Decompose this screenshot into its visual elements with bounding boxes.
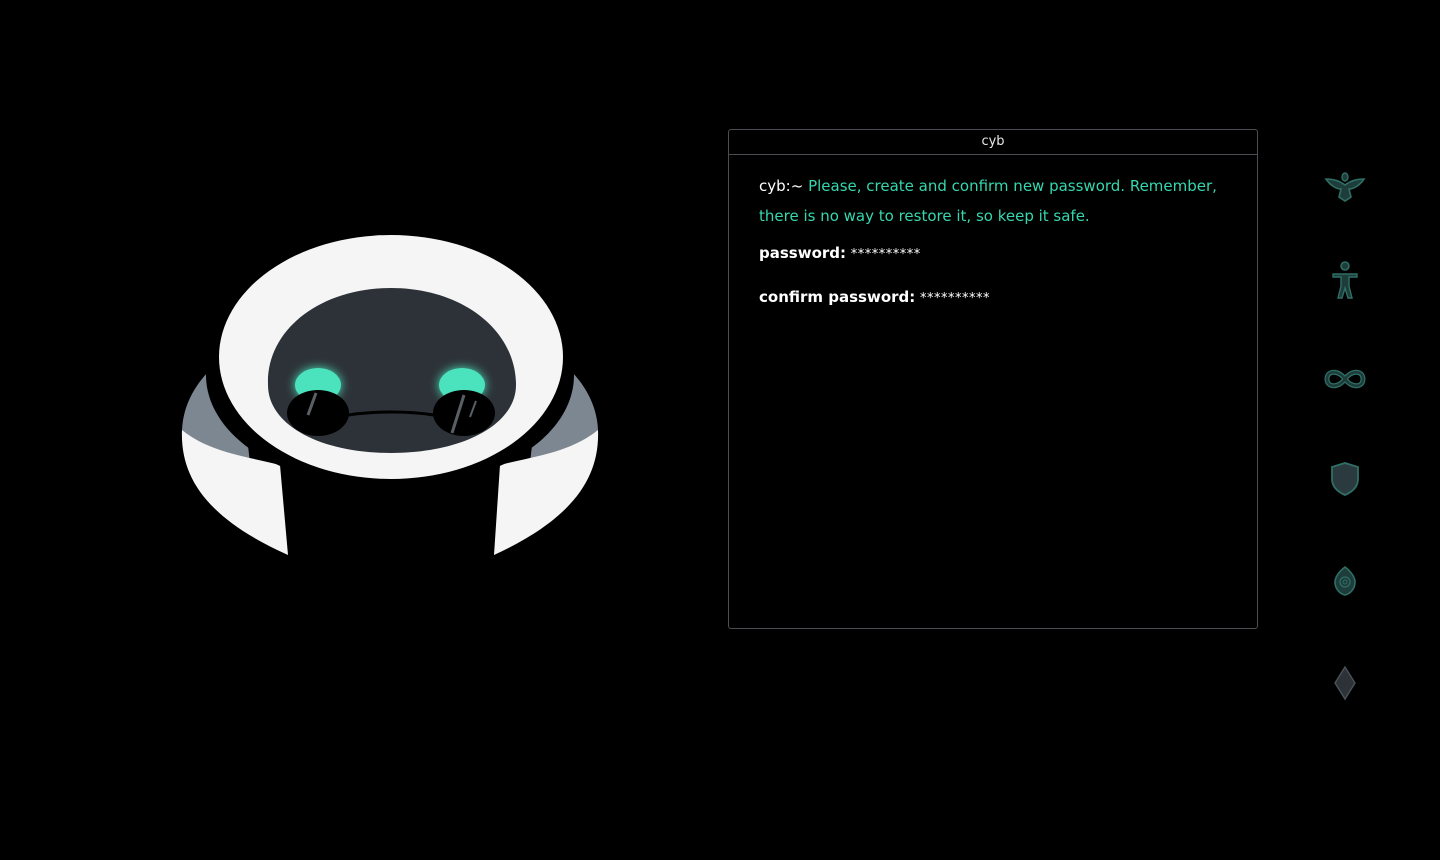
bird-icon	[1324, 172, 1366, 202]
password-row[interactable]: password: **********	[759, 244, 1227, 264]
password-label: password:	[759, 244, 847, 262]
nav-item-bird[interactable]	[1318, 160, 1372, 210]
nav-item-seed[interactable]	[1318, 556, 1372, 606]
nav-item-diamond[interactable]	[1318, 658, 1372, 708]
shield-icon	[1331, 462, 1359, 496]
human-figure-icon	[1332, 261, 1358, 299]
terminal-prompt: cyb:~	[759, 177, 804, 195]
terminal-window: cyb cyb:~ Please, create and confirm new…	[728, 129, 1258, 629]
robot-left-lens	[287, 390, 349, 436]
terminal-title: cyb	[729, 130, 1257, 155]
app-stage: cyb cyb:~ Please, create and confirm new…	[0, 0, 1440, 860]
confirm-password-field[interactable]: **********	[920, 291, 990, 306]
infinity-icon	[1324, 369, 1366, 389]
robot-mascot	[181, 235, 599, 555]
nav-item-infinity[interactable]	[1318, 354, 1372, 404]
diamond-icon	[1334, 665, 1356, 701]
terminal-message-line: cyb:~ Please, create and confirm new pas…	[759, 171, 1227, 231]
terminal-message: Please, create and confirm new password.…	[759, 177, 1217, 225]
confirm-password-row[interactable]: confirm password: **********	[759, 288, 1227, 308]
nav-item-shield[interactable]	[1318, 454, 1372, 504]
nav-item-human[interactable]	[1318, 255, 1372, 305]
seed-eye-icon	[1334, 565, 1356, 596]
terminal-body: cyb:~ Please, create and confirm new pas…	[729, 155, 1257, 308]
confirm-password-label: confirm password:	[759, 288, 916, 306]
password-field[interactable]: **********	[851, 247, 921, 262]
